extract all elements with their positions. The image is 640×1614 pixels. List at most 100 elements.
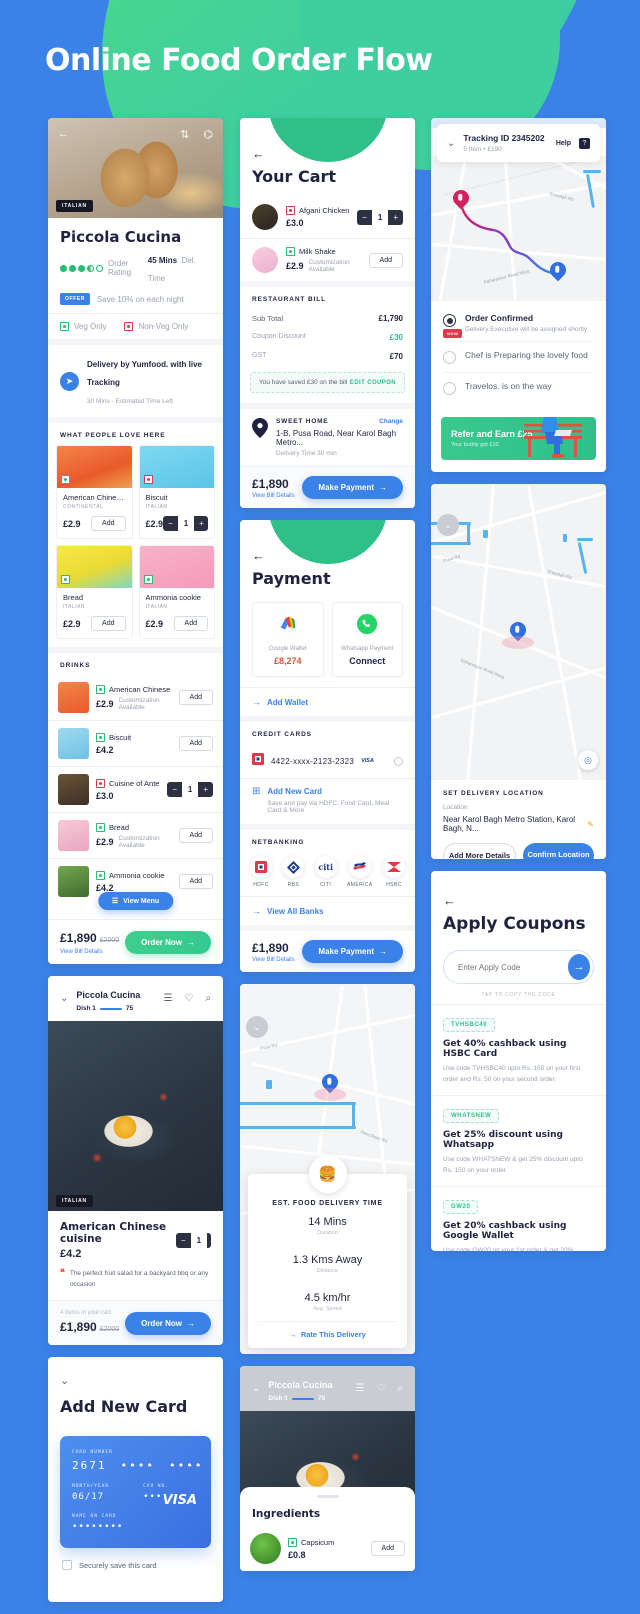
heart-icon[interactable]: ♡ — [376, 1383, 385, 1394]
coupon-code[interactable]: TVHSBC40 — [443, 1018, 496, 1032]
add-button[interactable]: Add — [178, 690, 213, 705]
order-now-button[interactable]: Order Now → — [125, 1311, 211, 1335]
increment-button[interactable]: + — [388, 210, 403, 225]
cart-item[interactable]: Milk Shake £2.9 Customization Available A… — [240, 239, 415, 281]
make-payment-button[interactable]: Make Payment → — [302, 940, 403, 963]
quantity-stepper[interactable]: −1+ — [167, 782, 213, 797]
drag-handle[interactable] — [316, 1495, 339, 1498]
increment-button[interactable]: + — [194, 516, 208, 531]
list-icon[interactable]: ☰ — [163, 993, 172, 1004]
help-icon[interactable]: ? — [579, 137, 590, 149]
food-card[interactable]: American Chinese cu... CONTINENTAL £2.9 … — [56, 445, 133, 539]
back-icon[interactable]: ← — [58, 128, 69, 141]
list-item[interactable]: American Chinese cui... £2.9 Customizatio… — [48, 675, 223, 720]
list-item[interactable]: Bread £2.9 Customization Available Add — [48, 813, 223, 858]
add-button[interactable]: Add — [370, 1541, 405, 1556]
view-all-banks-row[interactable]: → View All Banks — [240, 897, 415, 925]
rate-delivery-button[interactable]: → Rate This Delivery — [258, 1321, 397, 1348]
view-bill-link[interactable]: View Bill Details — [252, 493, 295, 499]
view-bill-link[interactable]: View Bill Details — [60, 949, 119, 955]
bank-item[interactable]: citi CITI — [314, 856, 337, 888]
decrement-button[interactable]: − — [357, 210, 372, 225]
help-label[interactable]: Help — [556, 140, 571, 147]
add-button[interactable]: Add — [178, 828, 213, 843]
bank-item[interactable]: HDFC — [250, 856, 272, 888]
more-icon[interactable]: ⌬ — [203, 128, 213, 141]
list-item[interactable]: Cuisine of Antebellum... £3.0 −1+ — [48, 767, 223, 812]
save-card-checkbox[interactable] — [62, 1560, 72, 1571]
view-menu-button[interactable]: ☰ View Menu — [97, 892, 174, 910]
bank-item[interactable]: AMERICA — [347, 856, 373, 888]
list-item[interactable]: Ammonia cookie £4.2 Add — [48, 859, 223, 919]
food-card[interactable]: Ammonia cookie ITALIAN £2.9 Add — [138, 545, 215, 639]
add-button[interactable]: Add — [178, 736, 213, 751]
chevron-down-icon[interactable]: ⌄ — [60, 993, 68, 1004]
add-more-details-button[interactable]: Add More Details — [443, 843, 516, 859]
decrement-button[interactable]: − — [167, 782, 182, 797]
search-icon[interactable]: ⌕ — [205, 993, 211, 1004]
list-icon[interactable]: ☰ — [355, 1383, 364, 1394]
add-wallet-row[interactable]: → Add Wallet — [240, 688, 415, 716]
heart-icon[interactable]: ♡ — [184, 993, 193, 1004]
add-button[interactable]: Add — [91, 616, 126, 631]
saved-card-row[interactable]: 4422-xxxx-2123-2323 VISA — [240, 744, 415, 778]
back-icon[interactable]: ← — [431, 871, 606, 908]
decrement-button[interactable]: − — [176, 1233, 191, 1248]
quantity-stepper[interactable]: −1+ — [357, 209, 403, 225]
share-icon[interactable]: ⇅ — [180, 128, 189, 141]
tracking-map[interactable]: Sheedah Rd Saharanpur Road Marg — [431, 156, 606, 301]
coupon-code[interactable]: GW20 — [443, 1200, 479, 1215]
food-card[interactable]: Biscuit ITALIAN £2.9 −1 + — [138, 445, 215, 539]
chevron-down-icon[interactable]: ⌄ — [60, 1375, 69, 1387]
bank-item[interactable]: HSBC — [382, 856, 405, 888]
add-new-card-row[interactable]: ⊞ Add New Card Save and pay via HDFC, Fo… — [240, 779, 415, 824]
veg-filter-row[interactable]: Veg Only Non-Veg Only — [48, 314, 223, 339]
tracking-card[interactable]: ⌄ Tracking ID 2345202 5 Item • £190 Help… — [437, 124, 600, 162]
chevron-down-icon[interactable]: ⌄ — [252, 1383, 260, 1394]
wallet-card[interactable]: Google Wallet £8,274 — [252, 602, 324, 677]
coupon-item[interactable]: TVHSBC40 Get 40% cashback using HSBC Car… — [431, 1005, 606, 1097]
cart-item[interactable]: Afgani Chicken £3.0 −1 + — [240, 196, 415, 238]
order-now-button[interactable]: Order Now → — [125, 930, 211, 954]
increment-button[interactable]: + — [198, 782, 213, 797]
add-button[interactable]: Add — [178, 874, 213, 889]
confirm-location-button[interactable]: Confirm Location — [523, 843, 594, 859]
add-button[interactable]: Add — [173, 616, 208, 631]
coupon-code-input[interactable] — [458, 962, 568, 972]
credit-card-visual[interactable]: CARD NUMBER 2671 •••• •••• 0202 MONTH/YE… — [60, 1436, 223, 1549]
select-card-radio[interactable] — [394, 756, 403, 766]
live-tracking-banner[interactable]: ➤ Delivery by Yumfood. with live Trackin… — [48, 345, 223, 417]
locate-me-icon[interactable]: ◎ — [578, 750, 598, 770]
coupon-input-wrap[interactable]: → — [443, 950, 594, 984]
back-circle-icon[interactable]: ⌄ — [437, 514, 459, 536]
location-map[interactable]: ⌄ ◎ Pusa Rd Sheedah Rd Saharanpur Road M… — [431, 484, 606, 780]
coupon-item[interactable]: GW20 Get 20% cashback using Google Walle… — [431, 1187, 606, 1251]
coupon-code[interactable]: WHATSNEW — [443, 1109, 500, 1124]
edit-pencil-icon[interactable]: ✎ — [587, 820, 594, 829]
search-icon[interactable]: ⌕ — [397, 1383, 403, 1394]
add-button[interactable]: Add — [368, 252, 403, 268]
add-button[interactable]: Add — [91, 516, 126, 531]
delivery-address-row[interactable]: SWEET HOME Change 1-B, Pusa Road, Near K… — [240, 409, 415, 466]
make-payment-button[interactable]: Make Payment → — [302, 476, 403, 499]
coupon-item[interactable]: WHATSNEW Get 25% discount using Whatsapp… — [431, 1096, 606, 1188]
apply-coupon-button[interactable]: → — [568, 954, 590, 980]
view-bill-link[interactable]: View Bill Details — [252, 957, 295, 963]
list-item[interactable]: Capsicum £0.8 Add — [240, 1526, 415, 1571]
list-item[interactable]: Biscuit £4.2 Add — [48, 721, 223, 766]
decrement-button[interactable]: − — [163, 516, 178, 531]
wallet-card[interactable]: Whatsapp Payment Connect — [331, 602, 403, 677]
back-icon[interactable]: ← — [240, 118, 415, 161]
bank-item[interactable]: RBS — [282, 856, 305, 888]
food-card[interactable]: Bread ITALIAN £2.9 Add — [56, 545, 133, 639]
back-icon[interactable]: ← — [240, 520, 415, 563]
save-card-row[interactable]: Securely save this card — [48, 1548, 223, 1584]
quantity-stepper[interactable]: −1+ — [163, 516, 208, 531]
chevron-down-icon[interactable]: ⌄ — [447, 138, 455, 149]
edit-coupon-button[interactable]: EDIT COUPON — [350, 380, 396, 386]
back-circle-icon[interactable]: ⌄ — [246, 1016, 268, 1038]
quantity-stepper[interactable]: −1+ — [175, 1233, 211, 1248]
change-address-button[interactable]: Change — [379, 418, 403, 425]
increment-button[interactable]: + — [207, 1233, 211, 1248]
refer-earn-banner[interactable]: Refer and Earn £25 Your buddy get £10 — [441, 417, 596, 460]
